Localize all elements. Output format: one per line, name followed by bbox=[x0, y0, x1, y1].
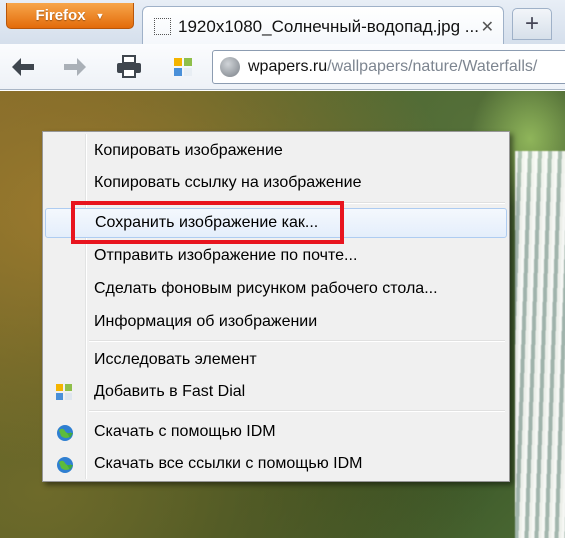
menu-item-inspect-element[interactable]: Исследовать элемент bbox=[45, 345, 507, 375]
url-text: wpapers.ru/wallpapers/nature/Waterfalls/ bbox=[248, 58, 537, 76]
address-bar[interactable]: wpapers.ru/wallpapers/nature/Waterfalls/ bbox=[212, 50, 565, 84]
menu-item-label: Скачать все ссылки с помощью IDM bbox=[94, 455, 363, 472]
navigation-bar: wpapers.ru/wallpapers/nature/Waterfalls/ bbox=[0, 44, 565, 90]
menu-item-label: Добавить в Fast Dial bbox=[94, 383, 246, 400]
menu-item-label: Информация об изображении bbox=[94, 313, 318, 330]
firefox-menu-label: Firefox bbox=[35, 7, 86, 24]
idm-globe-icon bbox=[55, 423, 73, 441]
waterfall-area bbox=[515, 151, 565, 538]
menu-separator bbox=[89, 410, 505, 412]
printer-icon[interactable] bbox=[114, 52, 144, 82]
close-icon[interactable]: ✕ bbox=[481, 17, 494, 37]
new-tab-button[interactable]: + bbox=[512, 8, 552, 40]
menu-item-download-all-idm[interactable]: Скачать все ссылки с помощью IDM bbox=[45, 449, 507, 479]
url-domain: wpapers.ru bbox=[248, 58, 328, 75]
menu-item-copy-image-link[interactable]: Копировать ссылку на изображение bbox=[45, 168, 507, 198]
image-context-menu: Копировать изображение Копировать ссылку… bbox=[42, 131, 510, 482]
menu-item-image-info[interactable]: Информация об изображении bbox=[45, 307, 507, 337]
menu-item-label: Сделать фоновым рисунком рабочего стола.… bbox=[94, 280, 438, 297]
chevron-down-icon: ▼ bbox=[95, 10, 105, 21]
forward-arrow-icon[interactable] bbox=[60, 52, 90, 82]
url-path: /wallpapers/nature/Waterfalls/ bbox=[327, 58, 538, 75]
tab-bar: Firefox ▼ 1920x1080_Солнечный-водопад.jp… bbox=[0, 0, 565, 46]
highlight-box bbox=[71, 201, 344, 244]
back-arrow-icon[interactable] bbox=[8, 52, 38, 82]
menu-item-set-desktop-background[interactable]: Сделать фоновым рисунком рабочего стола.… bbox=[45, 274, 507, 304]
menu-item-label: Скачать с помощью IDM bbox=[94, 423, 276, 440]
tab-title: 1920x1080_Солнечный-водопад.jpg ... bbox=[178, 16, 478, 36]
menu-item-label: Исследовать элемент bbox=[94, 351, 257, 368]
idm-globe-icon bbox=[55, 455, 73, 473]
menu-item-add-fast-dial[interactable]: Добавить в Fast Dial bbox=[45, 377, 507, 407]
tab-wallpaper[interactable]: 1920x1080_Солнечный-водопад.jpg ... ✕ bbox=[142, 6, 504, 46]
menu-item-label: Отправить изображение по почте... bbox=[94, 247, 358, 264]
menu-separator bbox=[89, 340, 505, 342]
firefox-menu-button[interactable]: Firefox ▼ bbox=[6, 3, 134, 29]
menu-item-label: Копировать изображение bbox=[94, 142, 283, 159]
menu-item-copy-image[interactable]: Копировать изображение bbox=[45, 136, 507, 166]
menu-item-download-idm[interactable]: Скачать с помощью IDM bbox=[45, 417, 507, 447]
menu-item-label: Копировать ссылку на изображение bbox=[94, 174, 362, 191]
fast-dial-icon[interactable] bbox=[168, 52, 198, 82]
page-favicon-icon bbox=[154, 18, 171, 35]
globe-icon bbox=[220, 57, 240, 77]
fast-dial-icon bbox=[55, 383, 73, 401]
menu-item-email-image[interactable]: Отправить изображение по почте... bbox=[45, 241, 507, 271]
